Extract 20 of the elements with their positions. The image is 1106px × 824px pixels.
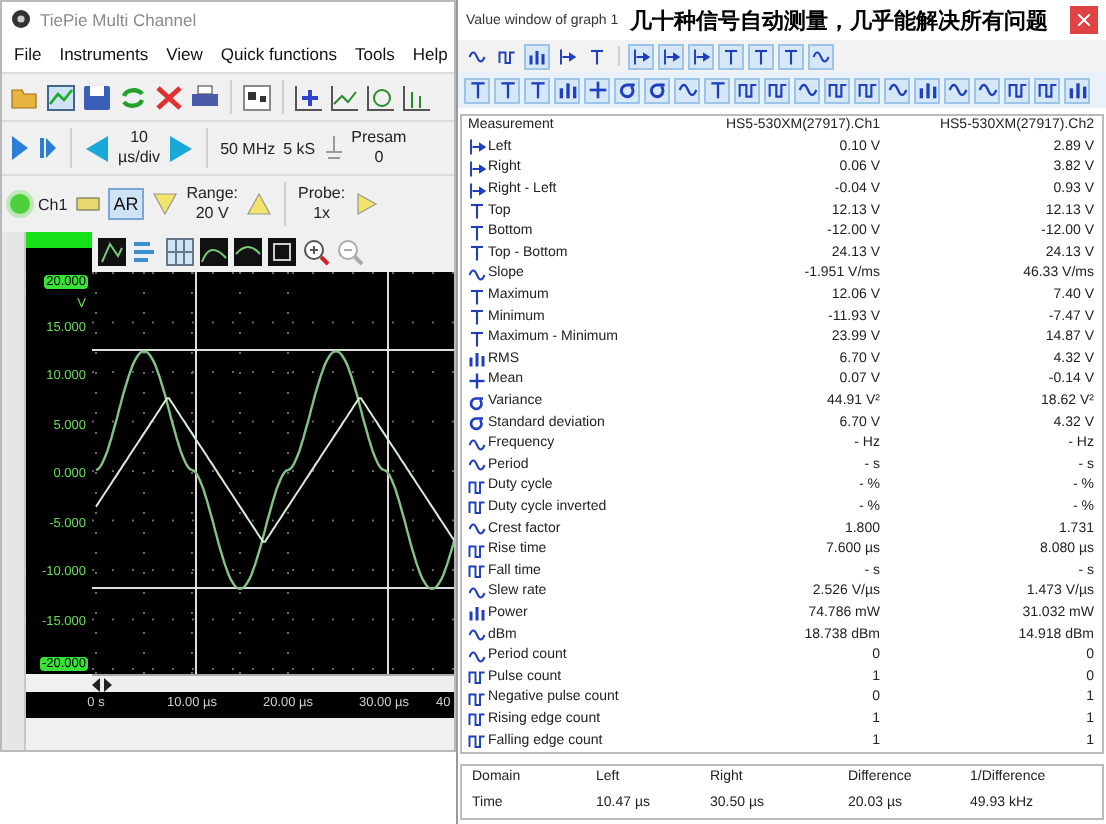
auto-range-button[interactable]: AR <box>107 188 145 220</box>
menu-item[interactable]: Quick functions <box>220 44 338 64</box>
range-value: 20 V <box>195 204 229 224</box>
record-length[interactable]: 5 kS <box>283 139 316 157</box>
presample-label: Presam <box>351 128 407 148</box>
annotation-text: 几十种信号自动测量，几乎能解决所有问题 <box>630 7 1051 35</box>
menu-item[interactable]: Instruments <box>59 44 149 64</box>
timebase-value: 10 <box>130 128 148 148</box>
window-title: TiePie Multi Channel <box>40 9 197 29</box>
menu-item[interactable]: File <box>14 44 42 64</box>
range-label: Range: <box>186 184 238 204</box>
menu-item[interactable]: View <box>166 44 203 64</box>
sample-rate[interactable]: 50 MHz <box>220 139 276 157</box>
timebase-unit: µs/div <box>118 148 161 168</box>
menu-item[interactable]: Tools <box>355 44 395 64</box>
menu-item[interactable]: Help <box>412 44 448 64</box>
channel-name: Ch1 <box>38 195 68 213</box>
probe-label: Probe: <box>298 184 346 204</box>
presample-value: 0 <box>374 148 384 168</box>
probe-value: 1x <box>313 204 331 224</box>
